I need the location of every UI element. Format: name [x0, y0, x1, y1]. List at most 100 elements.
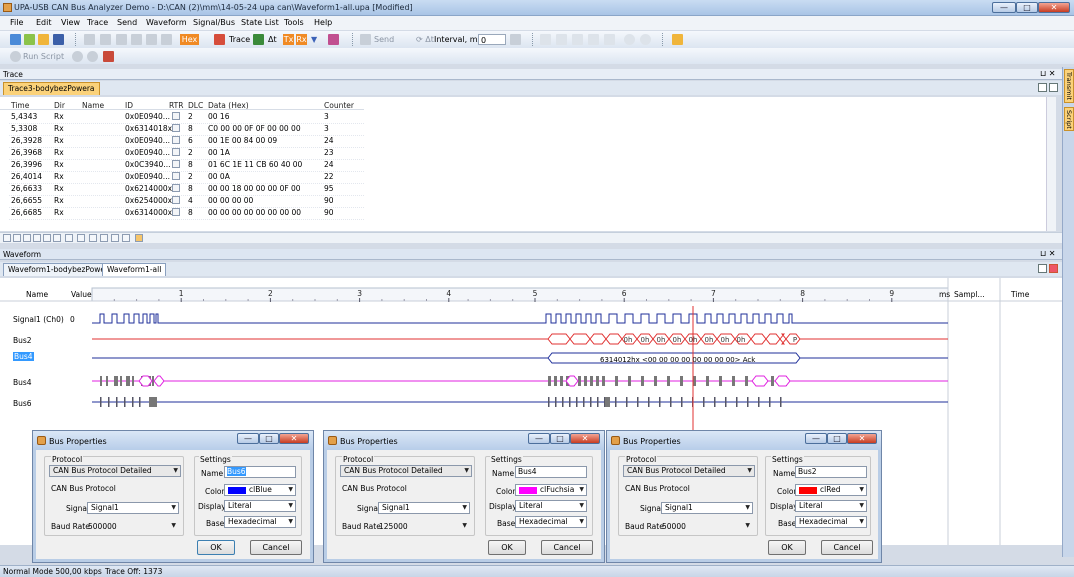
stop-icon[interactable]: [640, 34, 651, 45]
pause-script-icon[interactable]: [72, 51, 83, 62]
signal-select[interactable]: Signal1: [661, 502, 753, 514]
display-select[interactable]: Literal: [795, 500, 867, 512]
color-select[interactable]: clBlue: [224, 484, 296, 496]
protocol-select[interactable]: CAN Bus Protocol Detailed: [340, 465, 472, 477]
star-icon[interactable]: [111, 234, 119, 242]
signal-name[interactable]: Signal1 (Ch0): [13, 315, 64, 324]
new-project-icon[interactable]: [24, 34, 35, 45]
first-record-icon[interactable]: [3, 234, 11, 242]
periodic-icon[interactable]: ⟳ Δt: [416, 34, 434, 45]
menu-trace[interactable]: Trace: [87, 18, 108, 27]
filter-icon[interactable]: [253, 34, 264, 45]
cut-icon[interactable]: [84, 34, 95, 45]
signal-select[interactable]: Signal1: [87, 502, 179, 514]
cursor-icon[interactable]: [588, 34, 599, 45]
send-button[interactable]: Send: [374, 34, 394, 45]
dialog-minimize-button[interactable]: —: [528, 433, 550, 444]
tab-trace3[interactable]: Trace3-bodybezPowera: [3, 82, 100, 95]
menu-view[interactable]: View: [61, 18, 80, 27]
rtr-checkbox[interactable]: [172, 196, 180, 204]
delete-icon[interactable]: [131, 34, 142, 45]
close-button[interactable]: ✕: [1038, 2, 1070, 13]
trace-scrollbar[interactable]: [1046, 97, 1056, 231]
delta-t-icon[interactable]: Δt: [268, 34, 277, 45]
rtr-checkbox[interactable]: [172, 208, 180, 216]
open-folder-icon[interactable]: [38, 34, 49, 45]
minimize-button[interactable]: —: [992, 2, 1016, 13]
base-select[interactable]: Hexadecimal: [795, 516, 867, 528]
base-select[interactable]: Hexadecimal: [224, 516, 296, 528]
side-tab-transmit[interactable]: Transmit: [1064, 69, 1074, 103]
trace-icon[interactable]: [214, 34, 225, 45]
zoom-in-icon[interactable]: [540, 34, 551, 45]
name-input[interactable]: Bus4: [515, 466, 587, 478]
interval-input[interactable]: 0: [478, 34, 506, 45]
menu-waveform[interactable]: Waveform: [146, 18, 187, 27]
rtr-checkbox[interactable]: [172, 184, 180, 192]
zoom-fit-icon[interactable]: [572, 34, 583, 45]
rtr-checkbox[interactable]: [172, 148, 180, 156]
dialog-close-button[interactable]: ✕: [847, 433, 877, 444]
marker-icon[interactable]: [604, 34, 615, 45]
record-icon[interactable]: [624, 34, 635, 45]
ok-button[interactable]: OK: [488, 540, 526, 555]
signal-name-selected[interactable]: Bus4: [13, 352, 34, 361]
bookmark-icon[interactable]: [100, 234, 108, 242]
baud-rate-select[interactable]: [87, 520, 179, 532]
tab-waveform1-bodybezpowera[interactable]: Waveform1-bodybezPowera: [3, 263, 118, 276]
rtr-checkbox[interactable]: [172, 136, 180, 144]
next-page-icon[interactable]: [43, 234, 51, 242]
next-record-icon[interactable]: [33, 234, 41, 242]
refresh-icon[interactable]: [89, 234, 97, 242]
paste-icon[interactable]: [116, 34, 127, 45]
dialog-minimize-button[interactable]: —: [805, 433, 827, 444]
clear-filter-icon[interactable]: [122, 234, 130, 242]
name-input[interactable]: Bus2: [795, 466, 867, 478]
menu-help[interactable]: Help: [314, 18, 332, 27]
baud-rate-select[interactable]: [378, 520, 470, 532]
dialog-close-button[interactable]: ✕: [570, 433, 600, 444]
menu-tools[interactable]: Tools: [284, 18, 304, 27]
rtr-checkbox[interactable]: [172, 172, 180, 180]
tab-close-icon[interactable]: [1049, 83, 1058, 92]
prev-page-icon[interactable]: [13, 234, 21, 242]
cancel-button[interactable]: Cancel: [250, 540, 302, 555]
undo-icon[interactable]: [146, 34, 157, 45]
copy-icon[interactable]: [100, 34, 111, 45]
menu-signal-bus[interactable]: Signal/Bus: [193, 18, 235, 27]
config-icon[interactable]: [510, 34, 521, 45]
rtr-checkbox[interactable]: [172, 112, 180, 120]
dialog-minimize-button[interactable]: —: [237, 433, 259, 444]
name-input[interactable]: Bus6: [224, 466, 296, 478]
color-select[interactable]: clRed: [795, 484, 867, 496]
base-select[interactable]: Hexadecimal: [515, 516, 587, 528]
pin-icon[interactable]: ⊔ ✕: [1040, 69, 1056, 78]
rtr-checkbox[interactable]: [172, 160, 180, 168]
rx-toggle[interactable]: Rx: [296, 34, 307, 45]
highlight-icon[interactable]: [328, 34, 339, 45]
signal-name[interactable]: Bus6: [13, 399, 32, 408]
script-settings-icon[interactable]: [103, 51, 114, 62]
save-icon[interactable]: [53, 34, 64, 45]
zoom-out-icon[interactable]: [556, 34, 567, 45]
protocol-select[interactable]: CAN Bus Protocol Detailed: [623, 465, 755, 477]
funnel-icon[interactable]: ▼: [311, 34, 317, 45]
rtr-checkbox[interactable]: [172, 124, 180, 132]
last-record-icon[interactable]: [53, 234, 61, 242]
cancel-icon[interactable]: [77, 234, 85, 242]
settings-icon[interactable]: [672, 34, 683, 45]
side-tab-script[interactable]: Script: [1064, 107, 1074, 131]
display-select[interactable]: Literal: [515, 500, 587, 512]
tab-close-icon[interactable]: [1049, 264, 1058, 273]
menu-file[interactable]: File: [10, 18, 23, 27]
dialog-maximize-button[interactable]: □: [259, 433, 279, 444]
tab-dropdown-icon[interactable]: [1038, 264, 1047, 273]
dialog-close-button[interactable]: ✕: [279, 433, 309, 444]
signal-name[interactable]: Bus4: [13, 378, 32, 387]
pin-icon[interactable]: ⊔ ✕: [1040, 249, 1056, 258]
redo-icon[interactable]: [161, 34, 172, 45]
ok-button[interactable]: OK: [768, 540, 806, 555]
prev-record-icon[interactable]: [23, 234, 31, 242]
stop-script-icon[interactable]: [87, 51, 98, 62]
ok-button[interactable]: OK: [197, 540, 235, 555]
